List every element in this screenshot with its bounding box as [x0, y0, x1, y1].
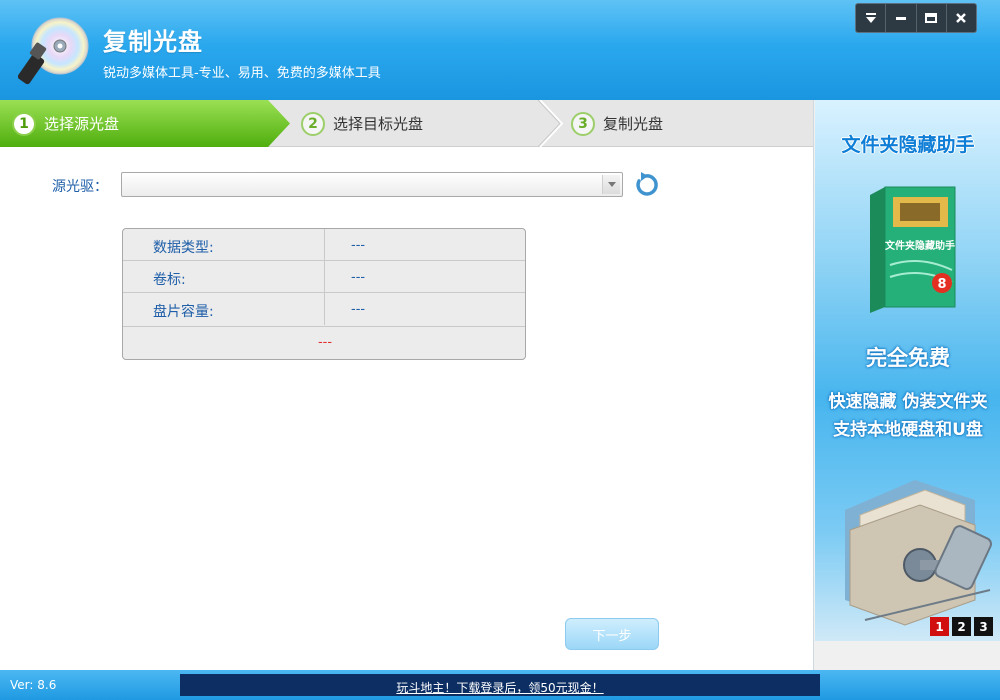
step-number: 2 — [301, 111, 325, 136]
info-value: --- — [351, 238, 366, 253]
box-text: 文件夹隐藏助手 — [885, 239, 955, 252]
disc-info-table: 数据类型: --- 卷标: --- 盘片容量: --- --- — [122, 228, 526, 360]
step-label: 选择目标光盘 — [333, 115, 424, 133]
chevron-down-icon — [607, 181, 616, 187]
title-bar: 复制光盘 锐动多媒体工具-专业、易用、免费的多媒体工具 — [0, 0, 1000, 100]
step-2[interactable]: 2 选择目标光盘 — [301, 100, 423, 147]
ad-page-2[interactable]: 2 — [952, 617, 971, 636]
box-badge: 8 — [937, 277, 946, 292]
ad-free-text: 完全免费 — [866, 346, 950, 370]
close-button[interactable] — [947, 4, 976, 32]
ad-panel[interactable]: 文件夹隐藏助手 文件夹隐藏助手 8 完全免费 快速隐藏 伪装文件夹 支持本地硬盘… — [815, 100, 1000, 641]
close-icon — [956, 13, 967, 23]
info-key: 盘片容量: — [153, 304, 214, 320]
ad-line-2: 支持本地硬盘和U盘 — [833, 420, 983, 440]
step-label: 选择源光盘 — [44, 115, 120, 133]
dropdown-button[interactable] — [602, 175, 620, 194]
step-1[interactable]: 1 选择源光盘 — [12, 100, 119, 147]
ad-banner[interactable]: 文件夹隐藏助手 文件夹隐藏助手 8 完全免费 快速隐藏 伪装文件夹 支持本地硬盘… — [813, 100, 1000, 670]
app-subtitle: 锐动多媒体工具-专业、易用、免费的多媒体工具 — [103, 66, 381, 81]
maximize-icon — [925, 13, 938, 23]
source-drive-select[interactable] — [121, 172, 623, 197]
step-number: 1 — [12, 111, 36, 136]
info-value: --- — [351, 302, 366, 317]
info-value: --- — [351, 270, 366, 285]
promo-banner[interactable]: 玩斗地主！下载登录后，领50元现金！ — [180, 674, 820, 696]
app-window: 复制光盘 锐动多媒体工具-专业、易用、免费的多媒体工具 1 选择源光盘 2 选择… — [0, 0, 1000, 700]
step-label: 复制光盘 — [603, 115, 664, 133]
disc-logo-icon — [18, 17, 89, 85]
info-footer: --- — [317, 335, 333, 350]
folder-lock-icon — [845, 480, 992, 626]
wizard-steps: 1 选择源光盘 2 选择目标光盘 3 复制光盘 — [0, 100, 813, 147]
menu-icon — [865, 13, 876, 23]
status-bar: Ver: 8.6 玩斗地主！下载登录后，领50元现金！ — [0, 670, 1000, 700]
step-3[interactable]: 3 复制光盘 — [571, 100, 663, 147]
software-box-icon: 文件夹隐藏助手 8 — [870, 186, 956, 313]
ad-page-3[interactable]: 3 — [974, 617, 993, 636]
app-title: 复制光盘 — [103, 28, 203, 56]
promo-link[interactable]: 玩斗地主！下载登录后，领50元现金！ — [396, 681, 603, 695]
ad-line-1: 快速隐藏 伪装文件夹 — [828, 392, 988, 412]
info-key: 数据类型: — [153, 240, 214, 256]
ad-page-1[interactable]: 1 — [930, 617, 949, 636]
ad-pager: 1 2 3 — [930, 617, 993, 636]
minimize-button[interactable] — [886, 4, 917, 32]
next-button[interactable]: 下一步 — [565, 618, 659, 650]
version-label: Ver: 8.6 — [10, 678, 57, 692]
column-divider — [324, 229, 325, 325]
main-panel: 源光驱： 数据类型: --- 卷标: --- 盘片容量: --- --- 下一步 — [0, 148, 813, 670]
window-controls — [855, 3, 977, 33]
step-number: 3 — [571, 111, 595, 136]
maximize-button[interactable] — [917, 4, 947, 32]
refresh-icon[interactable] — [632, 171, 660, 199]
ad-title: 文件夹隐藏助手 — [841, 134, 975, 156]
info-key: 卷标: — [153, 272, 186, 288]
source-drive-label: 源光驱： — [52, 179, 108, 195]
menu-button[interactable] — [856, 4, 887, 32]
minimize-icon — [895, 17, 906, 20]
